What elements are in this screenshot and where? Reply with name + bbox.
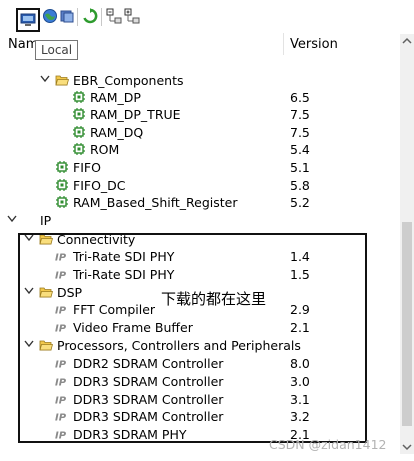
tree-item-version: 5.8 [290, 178, 310, 193]
column-divider[interactable] [283, 33, 284, 55]
library-button[interactable] [57, 6, 77, 26]
tree-item-label: EBR_Components [73, 73, 184, 88]
tree-item-row[interactable]: FIFO_DC 5.8 [0, 177, 398, 194]
scroll-down-icon[interactable] [400, 440, 414, 454]
tree-item-row[interactable]: RAM_Based_Shift_Register 5.2 [0, 194, 398, 211]
tree-item-version: 7.5 [290, 107, 310, 122]
tree-item-row[interactable]: ROM 5.4 [0, 141, 398, 158]
tree-item-version: 6.5 [290, 90, 310, 105]
tooltip: Local [35, 40, 79, 60]
expand-button[interactable] [122, 6, 142, 26]
tree-item-label: RAM_DP_TRUE [90, 107, 181, 122]
scroll-up-icon[interactable] [400, 34, 414, 48]
ip-core-icon [56, 196, 68, 208]
collapse-icon [106, 8, 122, 24]
refresh-icon [83, 8, 98, 24]
local-icon [20, 13, 36, 26]
column-name-header[interactable]: Nam [8, 37, 38, 52]
watermark: CSDN @zidan1412 [269, 437, 387, 452]
ip-catalog-panel: Local Nam Version EBR_Components RAM_DP 6.… [0, 0, 414, 461]
tree-item-row[interactable]: FIFO 5.1 [0, 159, 398, 176]
ip-core-icon [56, 161, 68, 173]
tree-folder-row[interactable]: EBR_Components [0, 72, 398, 89]
tree-item-label: ROM [90, 142, 120, 157]
tree-item-row[interactable]: RAM_DP 6.5 [0, 89, 398, 106]
library-icon [60, 10, 74, 23]
toolbar-separator [101, 8, 102, 26]
ip-core-icon [73, 143, 85, 155]
expand-icon [124, 8, 140, 24]
toolbar [0, 0, 414, 32]
tree-item-version: 5.4 [290, 142, 310, 157]
chevron-down-icon[interactable] [40, 73, 50, 85]
tree-item-version: 5.1 [290, 160, 310, 175]
ip-core-icon [73, 126, 85, 138]
annotation-box [18, 233, 367, 443]
ip-core-icon [73, 91, 85, 103]
tree-item-version: 7.5 [290, 125, 310, 140]
scrollbar-thumb[interactable] [402, 222, 412, 426]
tree-item-version: 5.2 [290, 195, 310, 210]
tree-item-label: FIFO [73, 160, 101, 175]
tree-item-label: RAM_Based_Shift_Register [73, 195, 238, 210]
ip-core-icon [73, 108, 85, 120]
toolbar-separator [77, 8, 78, 26]
refresh-button[interactable] [80, 6, 100, 26]
column-version-header[interactable]: Version [290, 37, 338, 52]
local-button[interactable] [16, 8, 40, 32]
tree-item-label: FIFO_DC [73, 178, 126, 193]
tree-folder-row[interactable]: IP [0, 212, 398, 229]
tree-item-label: RAM_DQ [90, 125, 144, 140]
tree-item-label: IP [40, 213, 52, 228]
annotation-text: 下载的都在这里 [161, 290, 267, 308]
network-icon [43, 9, 57, 23]
collapse-button[interactable] [104, 6, 124, 26]
tree-item-row[interactable]: RAM_DP_TRUE 7.5 [0, 106, 398, 123]
chevron-down-icon[interactable] [7, 213, 17, 225]
ip-core-icon [56, 179, 68, 191]
folder-open-icon [55, 75, 69, 86]
tree-item-label: RAM_DP [90, 90, 141, 105]
tree-item-row[interactable]: RAM_DQ 7.5 [0, 124, 398, 141]
